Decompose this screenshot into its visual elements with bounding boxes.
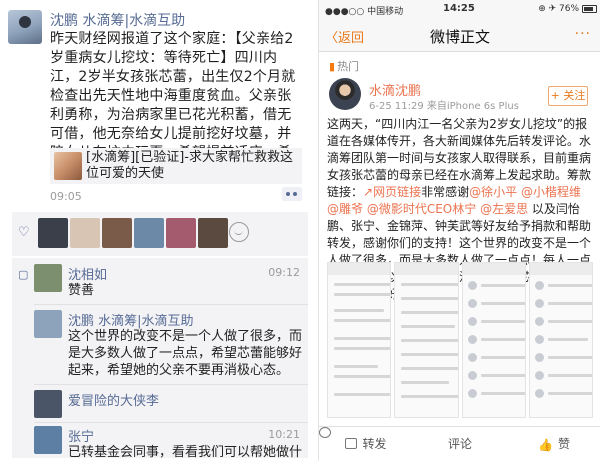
commenter-name[interactable]: 沈鹏 水滴筹|水滴互助 <box>68 310 194 329</box>
commenter-name[interactable]: 张宁 <box>68 426 94 445</box>
link-thumbnail <box>54 152 82 180</box>
comment-text: 赞善 <box>68 283 95 298</box>
post-image[interactable] <box>327 262 392 418</box>
repost-button[interactable]: 转发 <box>319 427 413 461</box>
post-text-segment: 非常感谢 <box>421 185 470 199</box>
liker-avatar[interactable] <box>102 218 132 248</box>
more-options-button[interactable]: ··· <box>575 26 591 42</box>
follow-button[interactable]: + 关注 <box>548 86 588 106</box>
weibo-author-avatar[interactable] <box>329 78 361 110</box>
post-image[interactable] <box>461 262 526 418</box>
image-grid <box>327 262 593 418</box>
hot-label: 热门 <box>337 60 360 73</box>
heart-icon: ♡ <box>18 225 30 240</box>
repost-label: 转发 <box>362 437 387 451</box>
carrier-signal: ●●●○○ 中国移动 <box>325 7 404 17</box>
wechat-moments-panel: 沈鹏 水滴筹|水滴互助 昨天财经网报道了这个家庭：【父亲给2岁重病女儿挖坟：等待… <box>0 0 310 461</box>
likes-section: ♡ <box>12 212 308 256</box>
post-author-name[interactable]: 沈鹏 水滴筹|水滴互助 <box>50 10 185 30</box>
image-header-bar <box>395 263 458 275</box>
commenter-avatar[interactable] <box>34 426 62 454</box>
liker-avatar[interactable] <box>166 218 196 248</box>
weibo-detail-panel: ●●●○○ 中国移动 14:25 ⊕ ✈ 76% 〈返回 微博正文 ··· ▮ 热… <box>318 0 600 461</box>
mention-link[interactable]: ↗网页链接 <box>363 185 421 199</box>
commenter-avatar[interactable] <box>34 310 62 338</box>
commenter-avatar[interactable] <box>34 390 62 418</box>
divider <box>34 304 308 305</box>
comment-item[interactable]: 沈鹏 水滴筹|水滴互助 这个世界的改变不是一个人做了很多，而是大多数人做了一点点… <box>12 310 308 378</box>
status-time: 14:25 <box>443 3 475 14</box>
liker-avatar[interactable] <box>198 218 228 248</box>
author-avatar[interactable] <box>8 10 42 44</box>
comment-time: 09:12 <box>268 266 300 279</box>
image-header-bar <box>328 263 391 275</box>
liker-avatar[interactable] <box>70 218 100 248</box>
mention-link[interactable]: @雕爷 <box>327 202 363 216</box>
mention-link[interactable]: @徐小平 <box>469 185 517 199</box>
more-actions-button[interactable] <box>282 187 302 201</box>
commenter-name[interactable]: 沈相如 <box>68 264 107 283</box>
like-button[interactable]: 👍 赞 <box>507 427 600 461</box>
comment-text: 已转基金会同事，看看我们可以帮她做什么 <box>68 445 303 460</box>
mention-link[interactable]: @左爱思 <box>480 202 528 216</box>
status-bar: ●●●○○ 中国移动 14:25 ⊕ ✈ 76% <box>319 0 600 18</box>
shared-link-card[interactable]: [水滴筹][已验证]-求大家帮忙救救这位可爱的天使 <box>50 148 302 184</box>
comment-label: 评论 <box>447 437 472 451</box>
comment-text: 这个世界的改变不是一个人做了很多，而是大多数人做了一点点，希望芯蕾能够好起来，希… <box>68 329 303 378</box>
image-header-bar <box>529 263 592 275</box>
image-header-bar <box>462 263 525 275</box>
status-indicators: ⊕ ✈ 76% <box>538 4 579 14</box>
page-title: 微博正文 <box>429 28 490 46</box>
comment-item[interactable]: 张宁 10:21 已转基金会同事，看看我们可以帮她做什么 <box>12 426 308 460</box>
link-title: [水滴筹][已验证]-求大家帮忙救救这位可爱的天使 <box>86 150 293 181</box>
post-time: 09:05 <box>50 190 82 203</box>
post-meta: 6-25 11:29 来自iPhone 6s Plus <box>369 101 519 112</box>
comment-icon <box>319 427 331 438</box>
comment-item[interactable]: 爱冒险的大侠李 <box>12 390 308 418</box>
action-toolbar: 转发 评论 👍 赞 <box>319 426 600 461</box>
smile-icon[interactable] <box>229 222 249 242</box>
comment-item[interactable]: 沈相如 09:12 赞善 <box>12 264 308 300</box>
thumbs-up-icon: 👍 <box>538 438 553 452</box>
hot-tag: ▮ 热门 <box>329 58 359 74</box>
nav-bar: 〈返回 微博正文 ··· <box>319 18 600 52</box>
commenter-name[interactable]: 爱冒险的大侠李 <box>68 390 159 409</box>
battery-icon <box>582 5 597 13</box>
comment-button[interactable]: 评论 <box>319 427 507 461</box>
comment-time: 10:21 <box>268 428 300 441</box>
liker-avatar[interactable] <box>134 218 164 248</box>
repost-icon <box>345 438 358 449</box>
divider <box>34 384 308 385</box>
mention-link[interactable]: @微影时代CEO林宁 <box>367 202 476 216</box>
mention-link[interactable]: @小楷程维 <box>521 185 581 199</box>
post-image[interactable] <box>528 262 593 418</box>
commenter-avatar[interactable] <box>34 264 62 292</box>
fire-icon: ▮ <box>329 60 336 73</box>
liker-avatar[interactable] <box>38 218 68 248</box>
like-label: 赞 <box>557 437 570 451</box>
divider <box>34 422 308 423</box>
post-image[interactable] <box>394 262 459 418</box>
comments-section: ▢ 沈相如 09:12 赞善 沈鹏 水滴筹|水滴互助 这个世界的改变不是一个人做… <box>12 258 308 460</box>
